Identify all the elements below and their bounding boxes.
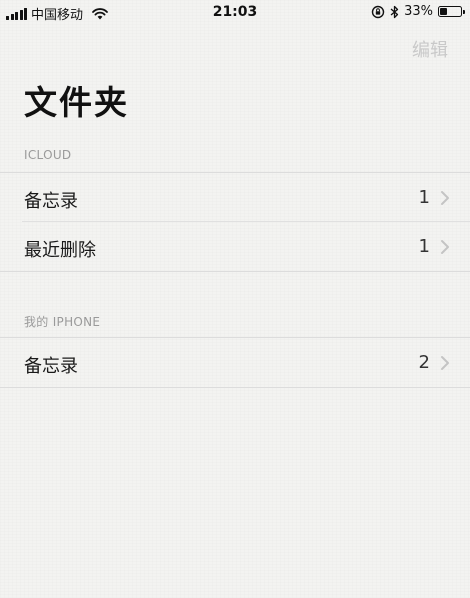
notes-folders-screen: 中国移动 21:03 33% 编辑 文件夹 ICLOUD 备忘录 1 最近删除 … [0,0,470,598]
bluetooth-icon [390,5,399,18]
section-header-icloud: ICLOUD [24,148,72,162]
orientation-lock-icon [371,5,385,18]
folder-note-count: 2 [418,352,430,373]
iphone-folder-list: 备忘录 2 [0,337,470,388]
folder-note-count: 1 [418,236,430,257]
section-header-my-iphone: 我的 IPHONE [24,315,101,329]
folder-row-iphone-notes[interactable]: 备忘录 2 [0,338,470,388]
folder-row-icloud-notes[interactable]: 备忘录 1 [0,173,470,222]
folder-row-recently-deleted[interactable]: 最近删除 1 [0,222,470,272]
chevron-right-icon [441,240,449,254]
folder-note-count: 1 [418,187,430,208]
icloud-folder-list: 备忘录 1 最近删除 1 [0,172,470,272]
folder-name: 备忘录 [24,356,78,377]
folder-name: 最近删除 [24,240,96,261]
battery-percent: 33% [404,4,433,19]
chevron-right-icon [441,191,449,205]
status-right: 33% [371,4,465,19]
folder-name: 备忘录 [24,191,78,212]
battery-level [440,8,448,15]
edit-button[interactable]: 编辑 [412,36,448,62]
chevron-right-icon [441,356,449,370]
battery-icon [438,6,465,17]
status-bar: 中国移动 21:03 33% [0,0,470,26]
page-title: 文件夹 [24,83,129,122]
